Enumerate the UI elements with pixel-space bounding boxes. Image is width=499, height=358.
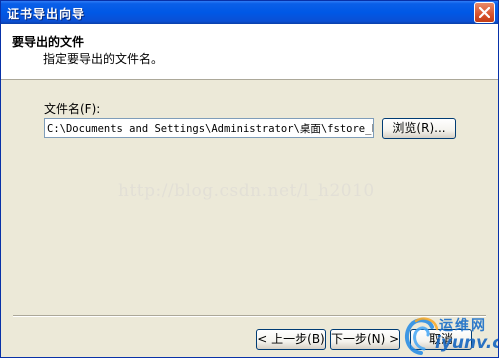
browse-button[interactable]: 浏览(R)... bbox=[382, 118, 456, 139]
wizard-header: 要导出的文件 指定要导出的文件名。 bbox=[1, 24, 498, 80]
blog-watermark: http://blog.csdn.net/l_h2010 bbox=[118, 181, 375, 201]
file-name-label: 文件名(F): bbox=[44, 102, 101, 116]
file-name-input[interactable]: C:\Documents and Settings\Administrator\… bbox=[44, 118, 374, 138]
page-title: 要导出的文件 bbox=[12, 35, 85, 49]
certificate-export-wizard-window: 证书导出向导 要导出的文件 指定要导出的文件名。 文件名(F): C:\Docu… bbox=[0, 0, 499, 358]
page-subtitle: 指定要导出的文件名。 bbox=[43, 52, 164, 66]
window-title: 证书导出向导 bbox=[7, 7, 86, 21]
title-bar[interactable]: 证书导出向导 bbox=[1, 1, 498, 24]
close-button[interactable] bbox=[474, 2, 495, 23]
site-logo: 运维网 iyunv.com bbox=[399, 313, 498, 357]
logo-domain-text: iyunv.com bbox=[435, 333, 498, 353]
next-button[interactable]: 下一步(N) > bbox=[330, 329, 400, 350]
logo-chinese-text: 运维网 bbox=[439, 318, 487, 334]
back-button[interactable]: < 上一步(B) bbox=[256, 329, 326, 350]
